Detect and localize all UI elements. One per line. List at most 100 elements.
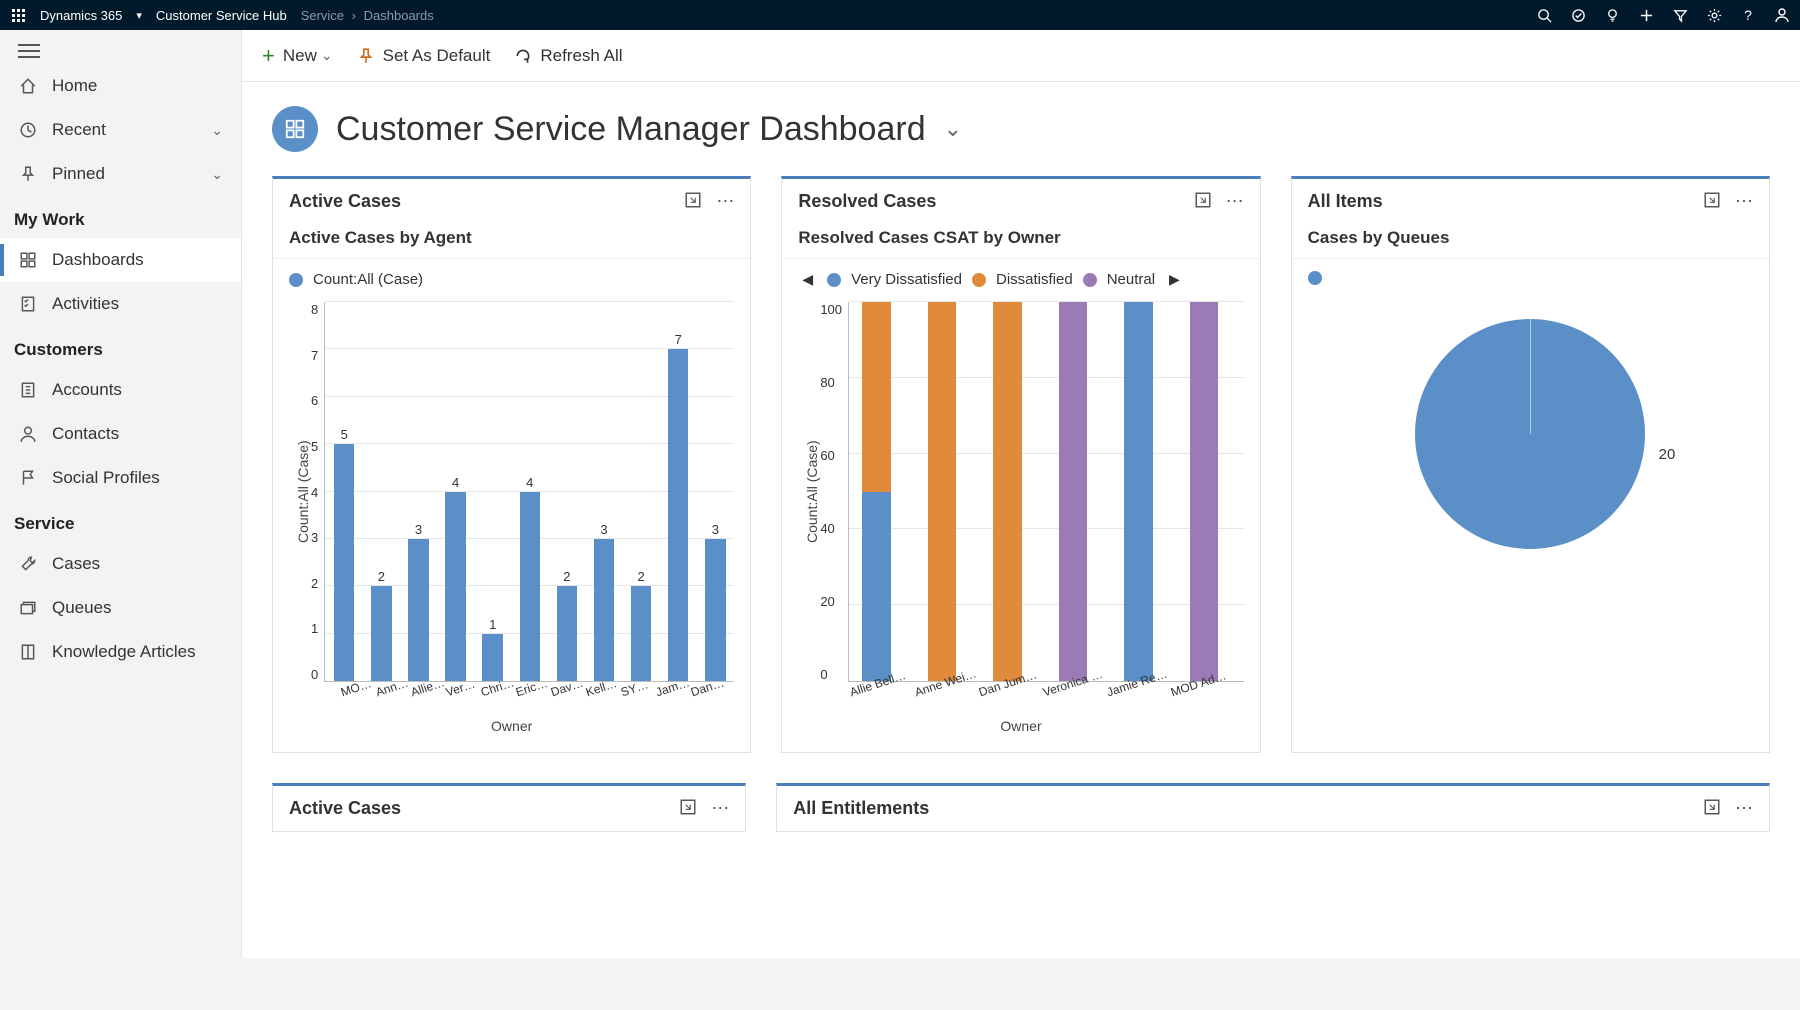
sidebar: Home Recent ⌄ Pinned ⌄ My Work Dashboard… [0, 30, 242, 958]
more-icon[interactable]: ⋯ [1735, 798, 1753, 819]
bar[interactable]: 3 [589, 302, 618, 681]
sidebar-section-header: My Work [0, 196, 241, 238]
card-title: Resolved Cases [798, 191, 1193, 212]
x-axis-label: Owner [289, 718, 734, 734]
bar[interactable]: 4 [515, 302, 544, 681]
new-button[interactable]: +New⌄ [262, 43, 333, 69]
expand-icon[interactable] [679, 798, 697, 819]
bar[interactable]: 3 [404, 302, 433, 681]
filter-icon[interactable] [1672, 7, 1688, 23]
bar[interactable]: 5 [330, 302, 359, 681]
dashboard-icon [18, 250, 38, 270]
refresh-icon [514, 47, 532, 65]
card-active-cases-2: Active Cases⋯ [272, 783, 746, 832]
sidebar-item-home[interactable]: Home [0, 64, 241, 108]
sidebar-item-knowledge articles[interactable]: Knowledge Articles [0, 630, 241, 674]
legend-next-icon[interactable]: ▶ [1165, 271, 1184, 288]
pie-chart[interactable] [1415, 319, 1645, 549]
more-icon[interactable]: ⋯ [1735, 191, 1753, 212]
settings-icon[interactable] [1706, 7, 1722, 23]
bar-segment[interactable] [993, 302, 1021, 681]
bar-segment[interactable] [928, 302, 956, 681]
bar[interactable]: 7 [664, 302, 693, 681]
expand-icon[interactable] [1703, 191, 1721, 212]
queue-icon [18, 598, 38, 618]
sidebar-item-social profiles[interactable]: Social Profiles [0, 456, 241, 500]
help-icon[interactable]: ? [1740, 7, 1756, 23]
sidebar-item-pinned[interactable]: Pinned ⌄ [0, 152, 241, 196]
sidebar-item-accounts[interactable]: Accounts [0, 368, 241, 412]
more-icon[interactable]: ⋯ [711, 798, 729, 819]
stacked-bar[interactable] [1116, 302, 1174, 681]
sidebar-item-label: Activities [52, 294, 119, 314]
sidebar-item-cases[interactable]: Cases [0, 542, 241, 586]
bar-segment[interactable] [1124, 302, 1152, 681]
sidebar-item-contacts[interactable]: Contacts [0, 412, 241, 456]
wrench-icon [18, 554, 38, 574]
bar[interactable]: 1 [478, 302, 507, 681]
sidebar-item-activities[interactable]: Activities [0, 282, 241, 326]
command-bar: +New⌄ Set As Default Refresh All [242, 30, 1800, 82]
bar[interactable]: 3 [701, 302, 730, 681]
pie-value-label: 20 [1659, 446, 1676, 463]
book-icon [18, 642, 38, 662]
bar-segment[interactable] [862, 302, 890, 492]
bar-value-label: 5 [341, 427, 348, 442]
legend-swatch [827, 273, 841, 287]
expand-icon[interactable] [1703, 798, 1721, 819]
card-subtitle: Active Cases by Agent [273, 224, 750, 259]
breadcrumb-item[interactable]: Dashboards [364, 8, 434, 23]
sidebar-item-queues[interactable]: Queues [0, 586, 241, 630]
sidebar-item-label: Dashboards [52, 250, 144, 270]
bar-segment[interactable] [1059, 302, 1087, 681]
stacked-bar[interactable] [985, 302, 1043, 681]
bar-value-label: 1 [489, 617, 496, 632]
task-icon[interactable] [1570, 7, 1586, 23]
user-icon[interactable] [1774, 7, 1790, 23]
sidebar-section-header: Customers [0, 326, 241, 368]
stacked-bar[interactable] [1050, 302, 1108, 681]
product-name[interactable]: Dynamics 365 [40, 8, 122, 23]
sidebar-item-recent[interactable]: Recent ⌄ [0, 108, 241, 152]
legend-swatch [1308, 271, 1322, 285]
bar[interactable]: 2 [552, 302, 581, 681]
more-icon[interactable]: ⋯ [1226, 191, 1244, 212]
sidebar-item-dashboards[interactable]: Dashboards [0, 238, 241, 282]
expand-icon[interactable] [684, 191, 702, 212]
sidebar-section-header: Service [0, 500, 241, 542]
bar-value-label: 4 [526, 475, 533, 490]
bar-segment[interactable] [862, 492, 890, 682]
hub-name[interactable]: Customer Service Hub [156, 8, 287, 23]
menu-toggle-icon[interactable] [18, 44, 48, 58]
stacked-bar[interactable] [1181, 302, 1239, 681]
refresh-button[interactable]: Refresh All [514, 46, 622, 66]
app-launcher-icon[interactable] [10, 7, 26, 23]
plus-icon: + [262, 43, 275, 69]
chevron-down-icon[interactable]: ⌄ [321, 47, 333, 64]
lightbulb-icon[interactable] [1604, 7, 1620, 23]
chevron-down-icon[interactable]: ▾ [136, 9, 142, 22]
stacked-bar[interactable] [919, 302, 977, 681]
chevron-down-icon[interactable]: ⌄ [944, 116, 962, 142]
sidebar-item-label: Cases [52, 554, 100, 574]
expand-icon[interactable] [1194, 191, 1212, 212]
stacked-bar[interactable] [853, 302, 911, 681]
bar-value-label: 2 [638, 569, 645, 584]
sidebar-item-label: Contacts [52, 424, 119, 444]
search-icon[interactable] [1536, 7, 1552, 23]
bar-value-label: 3 [600, 522, 607, 537]
more-icon[interactable]: ⋯ [716, 191, 734, 212]
bar-value-label: 3 [712, 522, 719, 537]
bar[interactable]: 4 [441, 302, 470, 681]
add-icon[interactable] [1638, 7, 1654, 23]
bar[interactable]: 2 [367, 302, 396, 681]
bar-segment[interactable] [1190, 302, 1218, 681]
clock-icon [18, 120, 38, 140]
legend-prev-icon[interactable]: ◀ [798, 271, 817, 288]
breadcrumb-item[interactable]: Service [301, 8, 344, 23]
bar[interactable]: 2 [627, 302, 656, 681]
bar-chart-plot: 52341423273 [324, 302, 734, 682]
set-default-button[interactable]: Set As Default [357, 46, 491, 66]
sidebar-item-label: Queues [52, 598, 112, 618]
page-title: Customer Service Manager Dashboard [336, 110, 926, 149]
